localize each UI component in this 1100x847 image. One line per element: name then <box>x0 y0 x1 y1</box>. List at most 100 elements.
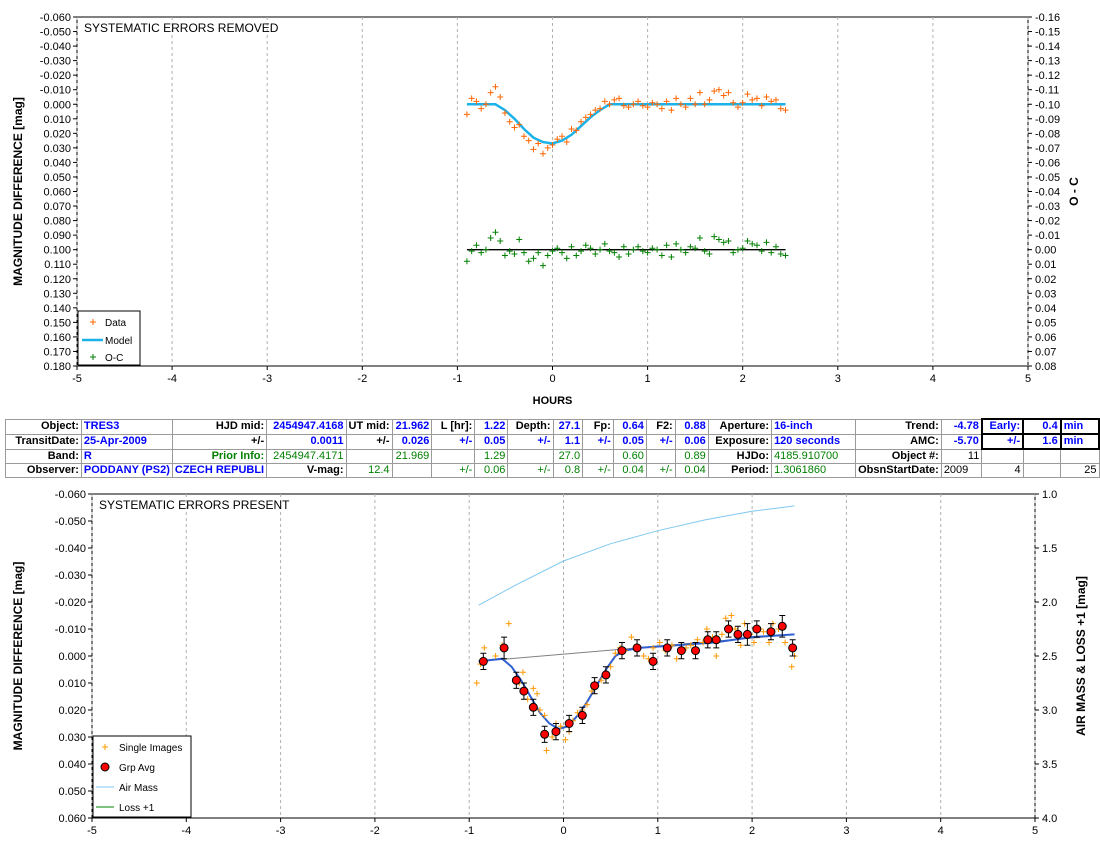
y2-tick-label: 3.5 <box>1042 759 1057 771</box>
chart-systematic-errors-removed: -5 -4 -3 -2 -1 0 1 2 3 4 5-0.060-0.050-0.040-0.030… <box>11 12 1081 407</box>
x-tick-label: 0 <box>560 825 566 837</box>
legend-label-grp: Grp Avg <box>119 763 155 774</box>
x-tick-label: 4 <box>938 825 944 837</box>
group-average-point <box>777 621 787 631</box>
y-tick-label: -0.050 <box>40 27 71 39</box>
info-cell <box>582 448 614 464</box>
y2-tick-label: 1.0 <box>1042 489 1057 501</box>
info-cell <box>391 463 433 478</box>
info-cell: -5.70 <box>940 433 983 450</box>
x-tick-label: -2 <box>370 825 380 837</box>
info-cell: 1.3061860 <box>771 463 857 478</box>
info-cell <box>1022 463 1062 478</box>
info-cell: R <box>80 448 173 464</box>
info-cell: 0.8 <box>552 463 584 478</box>
info-cell: 16-inch <box>771 418 857 435</box>
info-cell: 120 seconds <box>771 433 857 450</box>
info-row: Observer: PODDANY (PS2) CZECH REPUBLI V-mag… <box>5 463 1100 478</box>
info-cell: 1.22 <box>474 418 509 435</box>
y2-tick-label: -0.09 <box>1035 114 1060 126</box>
y-tick-label: 0.060 <box>43 187 71 199</box>
info-cell: 0.04 <box>612 463 647 478</box>
group-average-point <box>519 686 529 696</box>
y2-tick-label: 0.07 <box>1035 346 1056 358</box>
chart-title: SYSTEMATIC ERRORS PRESENT <box>99 498 290 512</box>
y-tick-label: -0.050 <box>55 516 86 528</box>
y2-tick-label: -0.14 <box>1035 41 1060 53</box>
y-tick-label: 0.170 <box>43 346 71 358</box>
info-cell: +/- <box>507 463 554 478</box>
info-cell: 25-Apr-2009 <box>80 433 173 450</box>
group-average-point <box>499 643 509 653</box>
y-tick-label: 0.180 <box>43 361 71 373</box>
info-cell <box>1022 448 1062 464</box>
y-tick-label: -0.040 <box>55 543 86 555</box>
chart-title: SYSTEMATIC ERRORS REMOVED <box>84 21 279 35</box>
info-cell: +/- <box>980 433 1025 450</box>
group-average-point <box>733 629 743 639</box>
group-average-point <box>617 646 627 656</box>
info-cell: min <box>1059 433 1100 450</box>
legend-label-data: Data <box>105 318 127 329</box>
y2-tick-label: 2.0 <box>1042 597 1057 609</box>
group-average-point <box>551 727 561 737</box>
info-row: Band: R Prior Info: 2454947.4171 21.969 1.29 2… <box>5 448 1100 464</box>
legend-swatch-grp <box>100 762 110 772</box>
y-tick-label: -0.060 <box>55 489 86 501</box>
legend: Single Images Grp Avg Air Mass Loss +1 <box>92 735 192 818</box>
info-cell: 2454947.4168 <box>266 418 347 435</box>
group-average-point <box>478 656 488 666</box>
info-cell: 0.06 <box>474 463 509 478</box>
info-cell: 0.64 <box>612 418 647 435</box>
x-tick-label: -5 <box>87 825 97 837</box>
info-cell: 25 <box>1060 463 1100 478</box>
group-average-point <box>648 656 658 666</box>
info-cell: HJD mid: <box>171 418 268 435</box>
info-cell: -4.78 <box>940 418 983 435</box>
info-cell: Object #: <box>855 448 942 464</box>
group-average-point <box>711 635 721 645</box>
x-tick-label: -1 <box>453 373 463 385</box>
chart-systematic-errors-present: -5 -4 -3 -2 -1 0 1 2 3 4 5 -0.060 -0.050 -0.040 -0.030… <box>11 489 1088 837</box>
y2-tick-label: 1.5 <box>1042 543 1057 555</box>
y-tick-label: 0.000 <box>58 651 86 663</box>
group-average-point <box>564 719 574 728</box>
y2-axis-label: O - C <box>1067 177 1081 206</box>
y2-tick-label: -0.05 <box>1035 172 1060 184</box>
info-cell: Trend: <box>855 418 942 435</box>
info-cell: AMC: <box>855 433 942 450</box>
y2-tick-label: -0.10 <box>1035 99 1060 111</box>
info-cell: F2: <box>645 418 676 435</box>
info-cell: TransitDate: <box>5 433 82 450</box>
info-cell <box>431 448 476 464</box>
y2-tick-label: -0.13 <box>1035 56 1060 68</box>
y-tick-label: 0.010 <box>43 114 71 126</box>
info-cell: +/- <box>345 433 393 450</box>
group-average-point <box>676 646 686 656</box>
info-cell: TRES3 <box>80 418 173 435</box>
info-cell: Object: <box>5 418 82 435</box>
info-cell: 0.4 <box>1022 418 1062 435</box>
info-cell: 4 <box>981 463 1024 478</box>
info-cell: 27.1 <box>552 418 584 435</box>
y2-tick-label: 0.01 <box>1035 259 1056 271</box>
x-tick-label: -2 <box>357 373 367 385</box>
info-cell: 11 <box>940 448 983 464</box>
y2-tick-label: -0.15 <box>1035 27 1060 39</box>
x-tick-label: 0 <box>549 373 555 385</box>
x-tick-label: 5 <box>1025 373 1031 385</box>
y2-tick-label: 0.06 <box>1035 332 1056 344</box>
legend-label-loss: Loss +1 <box>119 803 155 814</box>
info-cell: +/- <box>582 433 614 450</box>
y-tick-label: -0.020 <box>40 70 71 82</box>
y2-tick-label: -0.02 <box>1035 216 1060 228</box>
group-average-point <box>540 729 550 739</box>
info-cell: CZECH REPUBLI <box>171 463 268 478</box>
x-tick-label: 1 <box>645 373 651 385</box>
info-cell: 0.60 <box>612 448 647 464</box>
info-cell: V-mag: <box>266 463 347 478</box>
group-average-point <box>742 629 752 639</box>
y-tick-label: 0.020 <box>43 128 71 140</box>
group-average-point <box>528 702 538 712</box>
y-tick-label: 0.050 <box>58 786 86 798</box>
